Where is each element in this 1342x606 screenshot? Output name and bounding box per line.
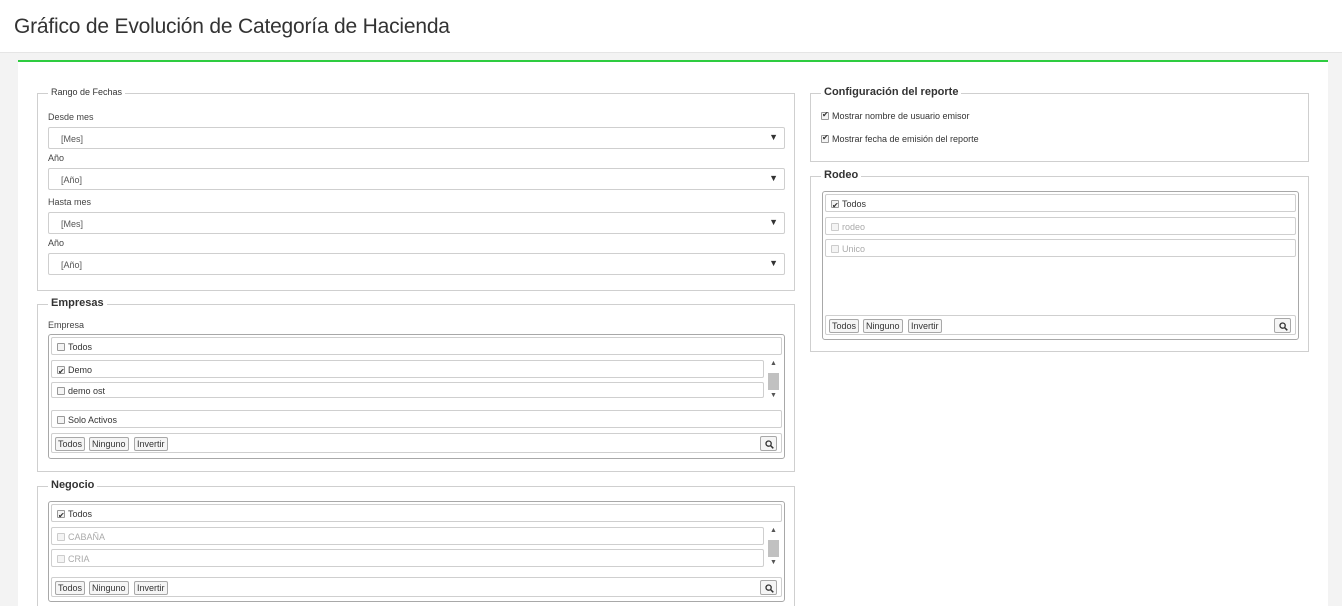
checkbox-icon[interactable] — [57, 415, 65, 424]
empresas-fieldset: Empresas Empresa Todos Demo demo ost ▲ ▼… — [37, 297, 795, 472]
scroll-thumb[interactable] — [768, 373, 779, 390]
option-label: Todos — [68, 341, 93, 352]
rodeo-fieldset: Rodeo Todos rodeo Unico Todos Ninguno In… — [810, 169, 1309, 352]
select-all-button[interactable]: Todos — [55, 581, 86, 595]
option-label: Demo — [68, 364, 93, 375]
rodeo-option-unico: Unico — [825, 239, 1296, 257]
checkbox-icon — [57, 532, 65, 541]
checkbox-checked-icon[interactable] — [57, 508, 65, 524]
report-panel: Rango de Fechas Desde mes [Mes] ▼ Año [A… — [18, 60, 1328, 606]
option-label: CABAÑA — [68, 531, 106, 542]
desde-mes-label: Desde mes — [48, 112, 94, 122]
rango-fechas-legend: Rango de Fechas — [48, 87, 126, 97]
checkbox-checked-icon[interactable] — [57, 364, 65, 380]
page-header: Gráfico de Evolución de Categoría de Hac… — [0, 0, 1342, 53]
option-label: CRIA — [68, 553, 90, 564]
select-all-button[interactable]: Todos — [55, 437, 86, 451]
negocio-fieldset: Negocio Todos CABAÑA CRIA ▲ ▼ Todos Ning… — [37, 479, 795, 606]
rodeo-legend: Rodeo — [821, 169, 862, 181]
desde-mes-value: [Mes] — [61, 134, 84, 144]
desde-anio-select[interactable]: [Año] ▼ — [48, 168, 785, 190]
rango-fechas-fieldset: Rango de Fechas Desde mes [Mes] ▼ Año [A… — [37, 87, 795, 291]
checkbox-icon[interactable] — [57, 342, 65, 351]
checkbox-checked-icon[interactable] — [821, 110, 829, 120]
option-label: Unico — [842, 243, 866, 254]
negocio-option-cria: CRIA — [51, 549, 764, 567]
checkbox-icon — [831, 222, 839, 231]
hasta-mes-select[interactable]: [Mes] ▼ — [48, 212, 785, 234]
hasta-anio-label: Año — [48, 238, 65, 248]
negocio-option-cabana: CABAÑA — [51, 527, 764, 545]
chevron-down-icon: ▼ — [769, 132, 778, 142]
search-button[interactable] — [1274, 318, 1291, 333]
option-label: Todos — [842, 198, 867, 209]
select-none-button[interactable]: Ninguno — [863, 319, 903, 333]
checkbox-checked-icon[interactable] — [821, 133, 829, 143]
negocio-legend: Negocio — [48, 479, 98, 491]
invert-selection-button[interactable]: Invertir — [908, 319, 942, 333]
checkbox-icon — [57, 554, 65, 563]
rodeo-option-rodeo: rodeo — [825, 217, 1296, 235]
empresa-option-demo-ost[interactable]: demo ost — [51, 382, 764, 398]
option-label: Mostrar fecha de emisión del reporte — [832, 133, 979, 144]
page-title: Gráfico de Evolución de Categoría de Hac… — [14, 15, 450, 38]
scroll-down-icon[interactable]: ▼ — [767, 392, 780, 402]
checkbox-checked-icon[interactable] — [831, 198, 839, 214]
chevron-down-icon: ▼ — [769, 217, 778, 227]
search-icon — [765, 440, 774, 449]
option-label: Mostrar nombre de usuario emisor — [832, 110, 970, 121]
rodeo-footer: Todos Ninguno Invertir — [825, 315, 1296, 335]
chevron-down-icon: ▼ — [769, 173, 778, 183]
scroll-up-icon[interactable]: ▲ — [767, 360, 780, 370]
negocio-scrollbar[interactable]: ▲ ▼ — [767, 527, 780, 571]
rodeo-multiselect: Todos rodeo Unico Todos Ninguno Invertir — [822, 191, 1299, 340]
select-all-button[interactable]: Todos — [829, 319, 860, 333]
hasta-mes-label: Hasta mes — [48, 197, 92, 207]
search-icon — [765, 584, 774, 593]
option-label: Todos — [68, 508, 93, 519]
search-icon — [1279, 322, 1288, 331]
negocio-todos-option[interactable]: Todos — [51, 504, 782, 524]
negocio-footer: Todos Ninguno Invertir — [51, 577, 782, 597]
search-button[interactable] — [760, 436, 777, 451]
rodeo-todos-option[interactable]: Todos — [825, 194, 1296, 214]
checkbox-icon[interactable] — [57, 386, 65, 395]
empresa-footer: Todos Ninguno Invertir — [51, 433, 782, 453]
hasta-mes-value: [Mes] — [61, 219, 84, 229]
scroll-down-icon[interactable]: ▼ — [767, 559, 780, 569]
select-none-button[interactable]: Ninguno — [89, 437, 129, 451]
search-button[interactable] — [760, 580, 777, 595]
empresa-scrollbar[interactable]: ▲ ▼ — [767, 360, 780, 404]
hasta-anio-value: [Año] — [61, 260, 83, 270]
checkbox-icon — [831, 244, 839, 253]
option-label: demo ost — [68, 385, 106, 396]
negocio-multiselect: Todos CABAÑA CRIA ▲ ▼ Todos Ninguno Inve… — [48, 501, 785, 602]
option-label: Solo Activos — [68, 414, 118, 425]
empresa-label: Empresa — [48, 320, 85, 330]
empresa-todos-option[interactable]: Todos — [51, 337, 782, 355]
desde-anio-label: Año — [48, 153, 65, 163]
solo-activos-option[interactable]: Solo Activos — [51, 410, 782, 428]
scroll-up-icon[interactable]: ▲ — [767, 527, 780, 537]
hasta-anio-select[interactable]: [Año] ▼ — [48, 253, 785, 275]
invert-selection-button[interactable]: Invertir — [134, 437, 168, 451]
invert-selection-button[interactable]: Invertir — [134, 581, 168, 595]
configuracion-fieldset: Configuración del reporte Mostrar nombre… — [810, 86, 1309, 162]
desde-anio-value: [Año] — [61, 175, 83, 185]
desde-mes-select[interactable]: [Mes] ▼ — [48, 127, 785, 149]
config-option-usuario[interactable]: Mostrar nombre de usuario emisor — [821, 110, 970, 121]
chevron-down-icon: ▼ — [769, 258, 778, 268]
config-option-fecha[interactable]: Mostrar fecha de emisión del reporte — [821, 133, 979, 144]
empresa-multiselect: Todos Demo demo ost ▲ ▼ Solo Activos Tod… — [48, 334, 785, 459]
configuracion-legend: Configuración del reporte — [821, 86, 962, 98]
select-none-button[interactable]: Ninguno — [89, 581, 129, 595]
empresa-option-demo[interactable]: Demo — [51, 360, 764, 380]
scroll-thumb[interactable] — [768, 540, 779, 557]
empresas-legend: Empresas — [48, 297, 107, 309]
option-label: rodeo — [842, 221, 866, 232]
